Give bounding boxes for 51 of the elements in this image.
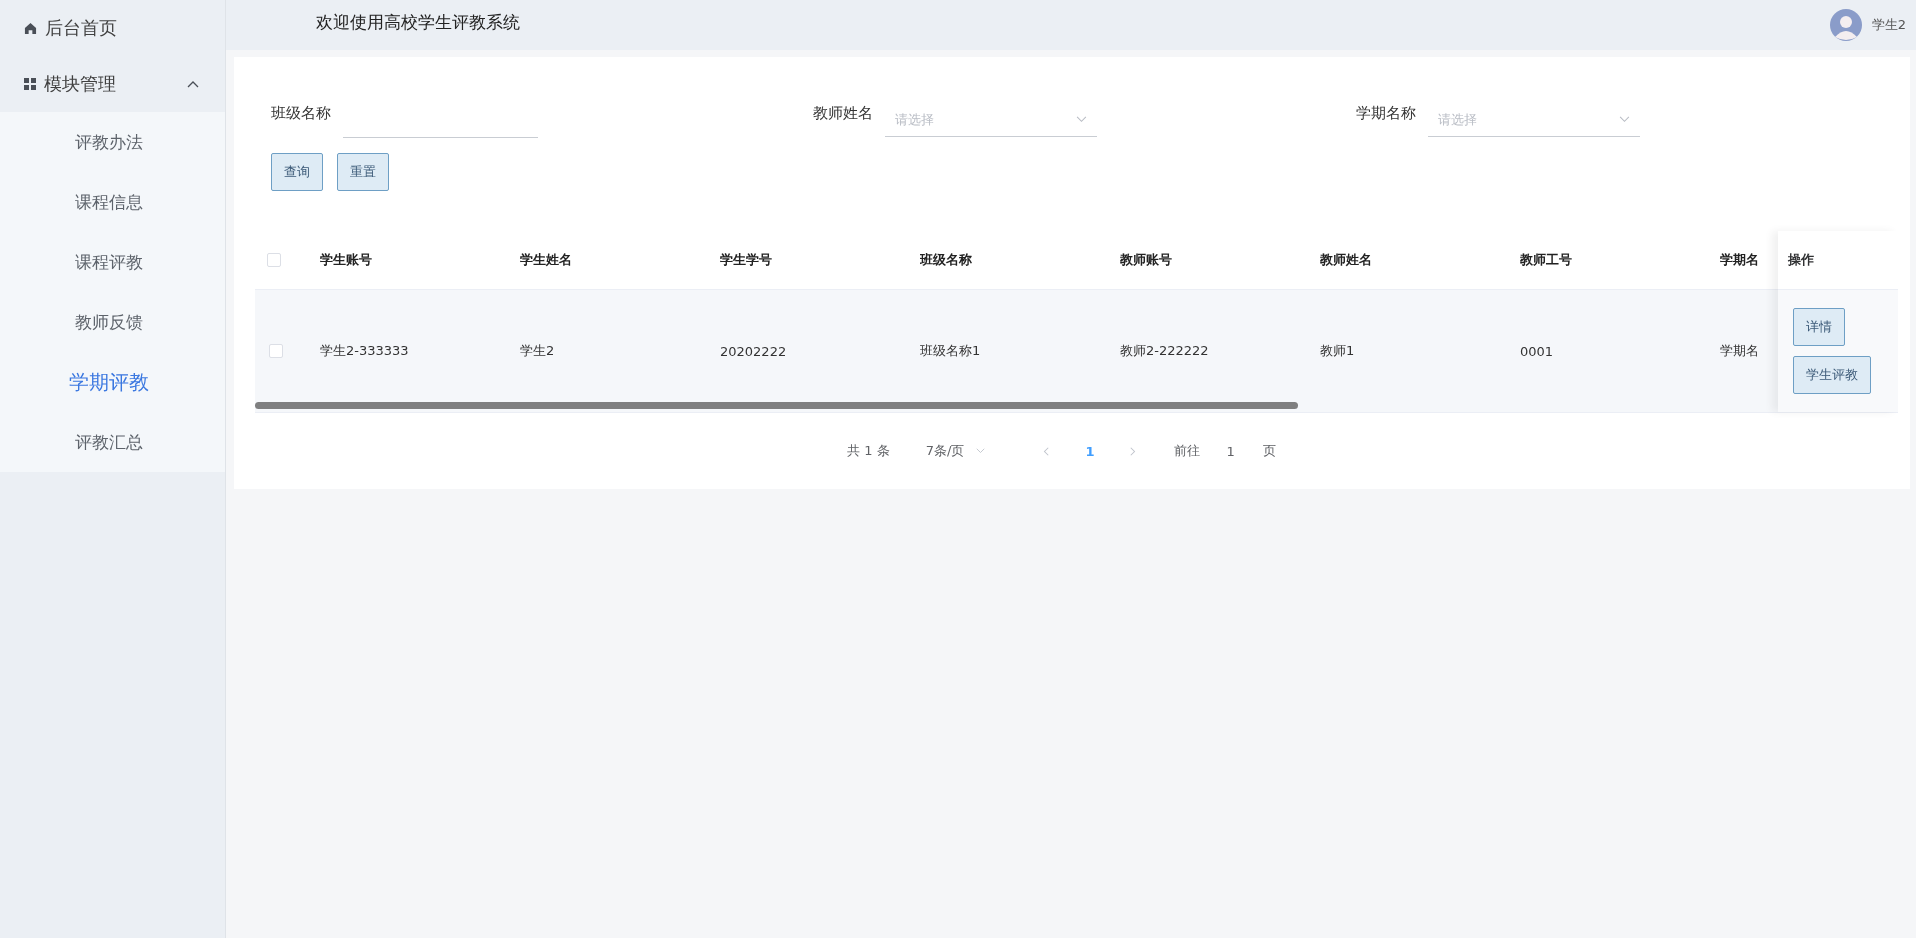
page-size-select[interactable]: 7条/页 [925,442,986,460]
column-header: 教师工号 [1520,251,1573,269]
table-cell-text: 教师2-222222 [1120,342,1210,360]
table-cell-text: 学期名 [1720,342,1760,360]
prev-page-icon[interactable] [1043,446,1050,456]
action-button[interactable]: 重置 [337,153,389,191]
submenu-item[interactable]: 课程评教 [0,232,225,292]
menu-group[interactable]: 模块管理 [0,56,225,112]
table-cell-text: 0001 [1520,343,1555,359]
dropdown-icon [976,448,986,454]
column-header: 学生学号 [720,251,773,269]
table-cell-text: 班级名称1 [920,342,982,360]
submenu-item[interactable]: 评教汇总 [0,412,225,472]
page-suffix: 页 [1262,442,1276,460]
chevron-icon [187,80,199,88]
table-cell-text: 20202222 [720,343,788,359]
user-name[interactable]: 学生2 [1871,16,1906,34]
row-action-button[interactable]: 详情 [1793,308,1845,346]
table-cell-text: 学生2 [520,342,556,360]
checkbox[interactable] [269,344,283,358]
submenu-item[interactable]: 学期评教 [0,352,225,412]
grid-icon [24,78,36,90]
column-header: 学期名 [1720,251,1760,269]
column-header: 教师姓名 [1320,251,1373,269]
page-title: 欢迎使用高校学生评教系统 [316,10,520,34]
action-button[interactable]: 查询 [271,153,323,191]
total-count: 共 1 条 [847,442,890,460]
column-header: 学生账号 [320,251,373,269]
submenu-item[interactable]: 课程信息 [0,172,225,232]
dropdown-icon [1618,116,1630,123]
checkbox[interactable] [267,253,281,267]
page-input[interactable]: 1 [1226,443,1235,459]
filter-label: 班级名称 [271,103,331,123]
goto-label: 前往 [1174,442,1201,460]
filter-label: 教师姓名 [813,103,874,123]
submenu-item[interactable]: 教师反馈 [0,292,225,352]
next-page-icon[interactable] [1130,446,1137,456]
home-icon [24,21,37,35]
column-header: 教师账号 [1120,251,1173,269]
row-action-button[interactable]: 学生评教 [1793,356,1871,394]
filter-label: 学期名称 [1355,103,1416,123]
table-cell-text: 学生2-333333 [320,342,410,360]
submenu-item[interactable]: 评教办法 [0,112,225,172]
table-cell-text: 教师1 [1320,342,1356,360]
column-header: 班级名称 [920,251,973,269]
scrollbar-thumb[interactable] [255,402,1298,409]
column-header: 操作 [1788,251,1814,269]
menu-item[interactable]: 后台首页 [0,0,225,56]
avatar-icon[interactable] [1829,9,1862,41]
dropdown-icon [1076,116,1088,123]
column-header: 学生姓名 [520,251,573,269]
